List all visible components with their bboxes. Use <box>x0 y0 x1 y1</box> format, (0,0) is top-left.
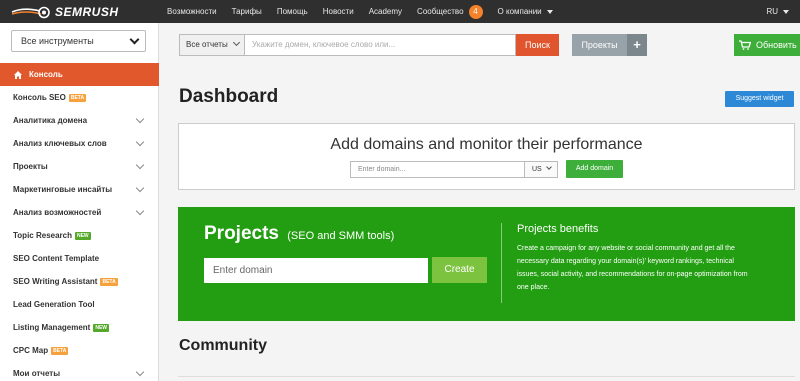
sidebar-item-label: Анализ ключевых слов <box>13 139 107 148</box>
sidebar-item-label: Lead Generation Tool <box>13 300 95 309</box>
nav-community[interactable]: Сообщество 4 <box>417 4 483 19</box>
projects-heading: Projects (SEO and SMM tools) <box>204 223 394 245</box>
sidebar-item-seo-content-template[interactable]: SEO Content Template <box>0 247 159 270</box>
semrush-fire-icon <box>11 6 50 18</box>
sidebar-item-seo-writing-assistant[interactable]: SEO Writing Assistant BETA <box>0 270 159 293</box>
projects-button-label: Проекты <box>572 34 627 56</box>
create-project-button[interactable]: Create <box>432 257 487 283</box>
suggest-widget-button[interactable]: Suggest widget <box>725 91 794 107</box>
sidebar: Все инструменты Консоль Консоль SEO BETA… <box>0 23 159 381</box>
projects-benefits-text: Create a campaign for any website or soc… <box>517 245 748 291</box>
add-domains-title: Add domains and monitor their performanc… <box>330 136 643 153</box>
chevron-down-icon <box>135 160 145 170</box>
home-icon <box>14 70 22 79</box>
sidebar-item-label: SEO Content Template <box>13 254 100 263</box>
search-input[interactable]: Укажите домен, ключевое слово или... <box>245 34 516 56</box>
sidebar-item-label: Проекты <box>13 162 48 171</box>
plus-icon[interactable]: + <box>627 34 647 56</box>
project-domain-input[interactable]: Enter domain <box>204 258 428 283</box>
chevron-down-icon <box>546 164 552 170</box>
add-domain-input[interactable]: Enter domain... <box>350 161 525 178</box>
nav-company-label: О компании <box>497 7 542 16</box>
chevron-down-icon <box>135 114 145 124</box>
language-label: RU <box>766 7 778 16</box>
divider <box>501 223 502 303</box>
logo-text: SEMRUSH <box>55 4 119 19</box>
sidebar-item-listing-management[interactable]: Listing Management NEW <box>0 316 159 339</box>
reports-select[interactable]: Все отчеты <box>179 34 245 56</box>
beta-badge: BETA <box>68 93 87 102</box>
nav-company[interactable]: О компании <box>498 7 553 16</box>
top-nav: Возможности Тарифы Помощь Новости Academ… <box>167 0 568 23</box>
sidebar-item-my-reports[interactable]: Мои отчеты <box>0 362 159 381</box>
sidebar-item-keyword-analysis[interactable]: Анализ ключевых слов <box>0 132 159 155</box>
community-title: Community <box>179 337 267 354</box>
beta-badge: BETA <box>51 346 69 355</box>
divider <box>178 376 795 377</box>
projects-panel: Projects (SEO and SMM tools) Enter domai… <box>178 207 795 321</box>
nav-news[interactable]: Новости <box>323 7 354 16</box>
sidebar-item-label: SEO Writing Assistant <box>13 277 98 286</box>
all-tools-select[interactable]: Все инструменты <box>11 30 146 52</box>
sidebar-item-label: Анализ возможностей <box>13 208 102 217</box>
sidebar-item-gap-analysis[interactable]: Анализ возможностей <box>0 201 159 224</box>
sidebar-item-label: Мои отчеты <box>13 369 61 378</box>
language-selector[interactable]: RU <box>766 0 789 23</box>
sidebar-item-cpc-map[interactable]: CPC Map BETA <box>0 339 159 362</box>
nav-help[interactable]: Помощь <box>277 7 308 16</box>
sidebar-item-marketing-insights[interactable]: Маркетинговые инсайты <box>0 178 159 201</box>
add-domains-card: Add domains and monitor their performanc… <box>178 123 795 190</box>
chevron-down-icon <box>783 9 789 14</box>
sidebar-item-label: Консоль <box>29 70 63 79</box>
chevron-down-icon <box>135 206 145 216</box>
all-tools-select-value: Все инструменты <box>21 36 94 46</box>
sidebar-item-label: Listing Management <box>13 323 91 332</box>
new-badge: NEW <box>74 231 91 240</box>
sidebar-item-projects[interactable]: Проекты <box>0 155 159 178</box>
sidebar-item-seo-console[interactable]: Консоль SEO BETA <box>0 86 159 109</box>
chevron-down-icon <box>135 367 145 377</box>
chevron-down-icon <box>135 137 145 147</box>
cart-icon <box>739 40 751 50</box>
page-title: Dashboard <box>179 86 279 107</box>
sidebar-item-label: CPC Map <box>13 346 49 355</box>
sidebar-menu: Консоль Консоль SEO BETA Аналитика домен… <box>0 63 159 381</box>
country-select[interactable]: US <box>524 161 558 178</box>
nav-community-label: Сообщество <box>417 7 464 16</box>
chevron-down-icon <box>135 183 145 193</box>
sidebar-item-label: Консоль SEO <box>13 93 66 102</box>
beta-badge: BETA <box>100 277 118 286</box>
sidebar-item-label: Аналитика домена <box>13 116 88 125</box>
nav-pricing[interactable]: Тарифы <box>232 7 262 16</box>
chevron-down-icon <box>232 38 241 47</box>
add-domain-button[interactable]: Add domain <box>566 160 623 178</box>
sidebar-item-label: Маркетинговые инсайты <box>13 185 113 194</box>
upgrade-button-label: Обновить <box>756 40 797 50</box>
community-count-badge: 4 <box>468 4 483 19</box>
sidebar-item-console[interactable]: Консоль <box>0 63 159 86</box>
sidebar-item-label: Topic Research <box>13 231 72 240</box>
search-button[interactable]: Поиск <box>516 34 559 56</box>
top-navigation-bar: SEMRUSH Возможности Тарифы Помощь Новост… <box>0 0 800 23</box>
projects-button[interactable]: Проекты + <box>572 34 647 56</box>
sidebar-item-domain-analytics[interactable]: Аналитика домена <box>0 109 159 132</box>
chevron-down-icon <box>129 34 140 45</box>
nav-features[interactable]: Возможности <box>167 7 217 16</box>
semrush-logo[interactable]: SEMRUSH <box>10 3 119 20</box>
projects-benefits-title: Projects benefits <box>517 223 599 235</box>
country-select-value: US <box>532 166 542 173</box>
reports-select-value: Все отчеты <box>186 40 228 49</box>
sidebar-item-lead-generation[interactable]: Lead Generation Tool <box>0 293 159 316</box>
new-badge: NEW <box>93 323 110 332</box>
search-bar: Все отчеты Укажите домен, ключевое слово… <box>179 34 559 56</box>
chevron-down-icon <box>546 9 553 14</box>
projects-heading-subtitle: (SEO and SMM tools) <box>287 230 395 242</box>
nav-academy[interactable]: Academy <box>369 7 402 16</box>
sidebar-item-topic-research[interactable]: Topic Research NEW <box>0 224 159 247</box>
projects-heading-title: Projects <box>204 223 279 244</box>
upgrade-button[interactable]: Обновить <box>734 34 800 56</box>
